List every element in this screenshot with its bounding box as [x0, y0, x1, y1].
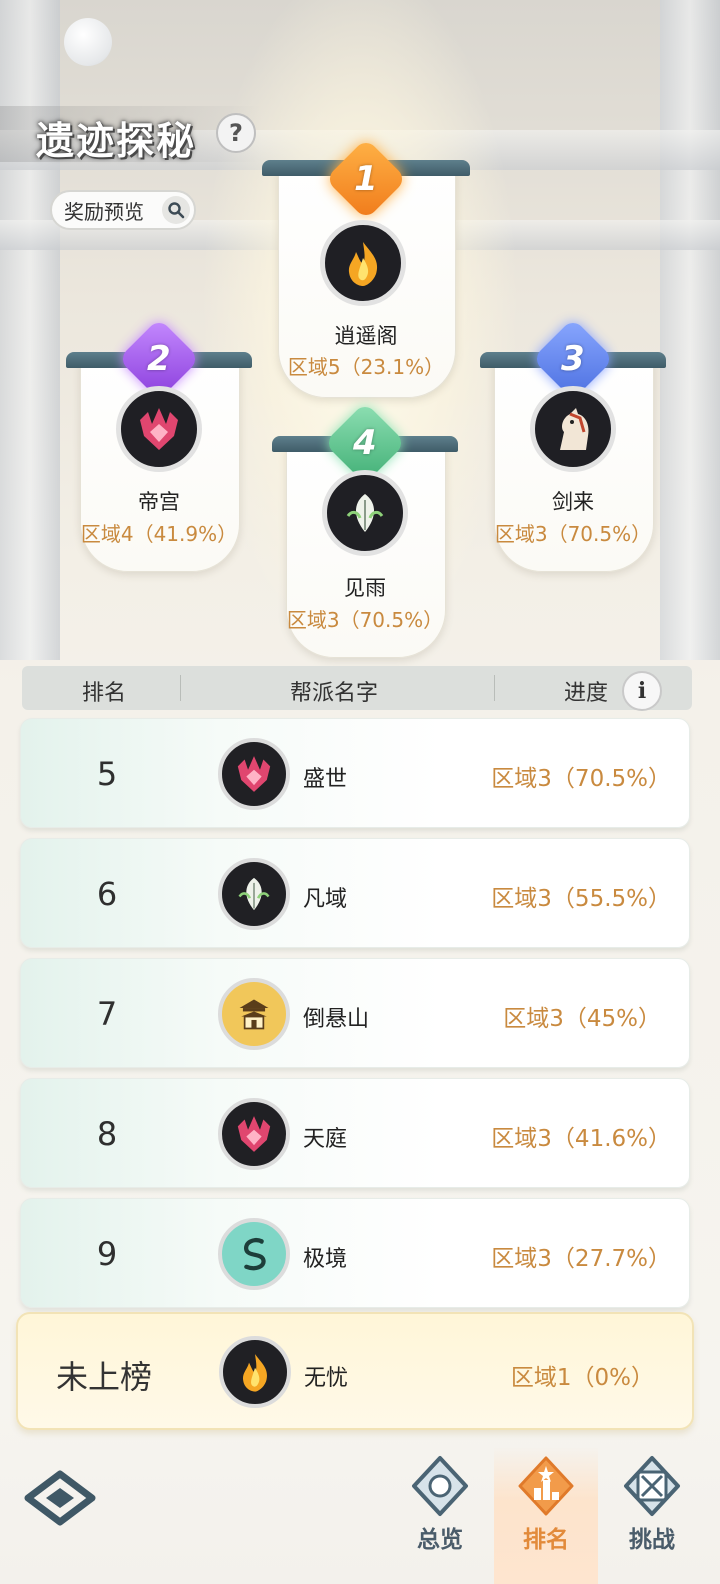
my-guild-row[interactable]: 未上榜 无忧 区域1（0%）	[16, 1312, 694, 1430]
row-rank: 7	[96, 995, 118, 1033]
row-guild-name: 凡域	[303, 887, 348, 912]
flame-emblem-icon	[219, 1336, 291, 1408]
page-title: 遗迹探秘	[36, 119, 197, 163]
podium-rank-3[interactable]: 3 剑来 区域3（70.5%）	[480, 317, 666, 572]
header-rank: 排名	[82, 681, 127, 706]
reward-preview-button[interactable]: 奖励预览	[50, 190, 196, 230]
row-progress: 区域3（27.7%）	[491, 1246, 671, 1272]
overview-icon	[408, 1454, 472, 1518]
tab-overview[interactable]: 总览	[388, 1446, 492, 1584]
flame-emblem-icon	[320, 220, 406, 306]
tab-overview-label: 总览	[417, 1527, 463, 1553]
crown-flame-emblem-icon	[218, 738, 290, 810]
leaf-emblem-icon	[322, 470, 408, 556]
leaf-emblem-icon	[218, 858, 290, 930]
tab-challenge[interactable]: 挑战	[600, 1446, 704, 1584]
row-progress: 区域3（55.5%）	[491, 886, 671, 912]
podium-guild-name: 见雨	[344, 576, 386, 600]
table-row[interactable]: 9 极境 区域3（27.7%）	[20, 1198, 690, 1308]
podium-guild-name: 帝宫	[138, 490, 180, 514]
my-guild-rank: 未上榜	[56, 1358, 153, 1396]
crown-flame-emblem-icon	[218, 1098, 290, 1170]
crown-flame-emblem-icon	[116, 386, 202, 472]
podium-rank-1[interactable]: 1 逍遥阁 区域5（23.1%）	[262, 137, 470, 400]
table-row[interactable]: 6 凡域 区域3（55.5%）	[20, 838, 690, 948]
table-row[interactable]: 8 天庭 区域3（41.6%）	[20, 1078, 690, 1188]
podium-progress: 区域5（23.1%）	[287, 355, 445, 379]
moon-decoration	[64, 18, 112, 66]
row-progress: 区域3（70.5%）	[491, 766, 671, 792]
my-guild-progress: 区域1（0%）	[510, 1365, 654, 1391]
diamond-logo-icon[interactable]	[24, 1470, 96, 1526]
search-icon	[162, 196, 190, 224]
podium-rank-2[interactable]: 2 帝宫 区域4（41.9%）	[66, 317, 252, 572]
podium-guild-name: 剑来	[552, 490, 594, 514]
podium-progress: 区域3（70.5%）	[286, 608, 444, 632]
info-icon: i	[637, 678, 647, 704]
horse-emblem-icon	[530, 386, 616, 472]
ranking-icon	[514, 1454, 578, 1518]
row-progress: 区域3（41.6%）	[491, 1126, 671, 1152]
row-rank: 5	[96, 755, 118, 793]
tab-ranking-label: 排名	[523, 1527, 569, 1553]
table-row[interactable]: 5 盛世 区域3（70.5%）	[20, 718, 690, 828]
row-guild-name: 倒悬山	[303, 1007, 370, 1032]
tab-challenge-label: 挑战	[629, 1527, 675, 1553]
row-progress: 区域3（45%）	[503, 1006, 661, 1032]
podium-progress: 区域4（41.9%）	[80, 522, 238, 546]
row-guild-name: 盛世	[303, 767, 348, 792]
podium-guild-name: 逍遥阁	[334, 324, 398, 348]
serpent-emblem-icon	[218, 1218, 290, 1290]
row-rank: 8	[96, 1115, 118, 1153]
reward-preview-label: 奖励预览	[64, 199, 144, 224]
row-guild-name: 极境	[303, 1247, 348, 1272]
tab-ranking[interactable]: 排名	[494, 1446, 598, 1584]
row-guild-name: 天庭	[303, 1127, 348, 1152]
table-row[interactable]: 7 倒悬山 区域3（45%）	[20, 958, 690, 1068]
help-button[interactable]: ?	[216, 113, 256, 153]
question-icon: ?	[229, 119, 243, 147]
row-rank: 9	[96, 1235, 118, 1273]
my-guild-name: 无忧	[304, 1366, 349, 1391]
challenge-icon	[620, 1454, 684, 1518]
header-progress: 进度	[564, 681, 609, 706]
podium-progress: 区域3（70.5%）	[494, 522, 652, 546]
header-guild-name: 帮派名字	[290, 681, 379, 706]
row-rank: 6	[96, 875, 118, 913]
pavilion-emblem-icon	[218, 978, 290, 1050]
info-button[interactable]: i	[622, 671, 662, 711]
ranking-table-header: 排名 帮派名字 进度	[22, 666, 692, 710]
podium-rank-4[interactable]: 4 见雨 区域3（70.5%）	[272, 401, 458, 658]
